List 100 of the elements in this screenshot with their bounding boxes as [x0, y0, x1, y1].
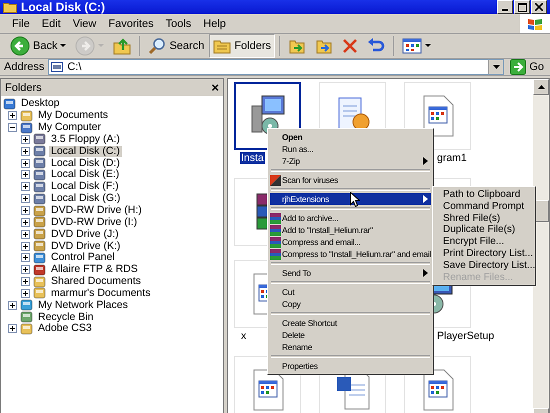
menu-item[interactable]: Encrypt File... — [433, 236, 535, 248]
tree-item[interactable]: Local Disk (E:) — [49, 169, 122, 180]
tree-item[interactable]: Recycle Bin — [36, 312, 96, 323]
folders-button[interactable]: Folders — [209, 34, 276, 58]
tree-item[interactable]: Local Disk (C:) — [49, 146, 122, 157]
caret-icon — [492, 65, 500, 69]
menu-item[interactable]: Print Directory List... — [433, 248, 535, 260]
up-arrow-icon — [538, 85, 544, 89]
tree-item[interactable]: marmur's Documents — [49, 288, 152, 299]
tree-item[interactable]: Adobe CS3 — [36, 323, 94, 334]
address-field[interactable]: C:\ — [48, 59, 504, 75]
expand-icon[interactable] — [21, 134, 30, 144]
expand-icon[interactable] — [21, 253, 30, 262]
minimize-button[interactable] — [497, 0, 513, 14]
menu-item[interactable]: Compress to "Install_Helium.rar" and email — [270, 248, 431, 260]
menu-item[interactable]: File — [6, 18, 36, 30]
collapse-icon[interactable] — [8, 123, 17, 132]
menu-item[interactable]: Create Shortcut — [270, 317, 431, 329]
views-icon — [402, 38, 422, 54]
tree-item[interactable]: Control Panel — [49, 252, 117, 264]
menu-item[interactable]: Properties — [270, 360, 431, 372]
caret-icon — [60, 44, 66, 48]
search-icon — [148, 37, 166, 55]
file-name[interactable]: Insta — [240, 152, 265, 164]
expand-icon[interactable] — [8, 300, 17, 310]
menu-item[interactable]: Tools — [160, 18, 198, 30]
menu-item[interactable]: Duplicate File(s) — [433, 224, 535, 236]
menu-item[interactable]: Compress and email... — [270, 236, 431, 248]
menu-item[interactable]: View — [66, 18, 102, 30]
right-arrow-icon — [510, 59, 526, 75]
dropdown-button[interactable] — [488, 60, 504, 74]
folders-icon — [213, 38, 232, 54]
menu-item[interactable]: Send To — [270, 267, 431, 279]
file-name[interactable]: x — [240, 330, 248, 342]
caret-icon — [425, 44, 432, 48]
menu-item[interactable]: Scan for viruses — [270, 174, 431, 186]
menu-item[interactable]: Rename — [270, 341, 431, 353]
menu-item[interactable]: Favorites — [102, 18, 160, 30]
menu-item[interactable]: 7-Zip — [270, 155, 431, 167]
go-button[interactable]: Go — [508, 59, 546, 75]
menu-item[interactable]: Path to Clipboard — [433, 189, 535, 201]
expand-icon[interactable] — [8, 111, 17, 120]
tree-item[interactable]: DVD Drive (K:) — [49, 240, 122, 252]
expand-icon[interactable] — [21, 265, 30, 274]
scrollbar[interactable] — [533, 79, 549, 413]
undo-icon — [367, 38, 386, 54]
menu-item[interactable]: Save Directory List... — [433, 260, 535, 272]
books-icon — [270, 248, 281, 260]
tree-item[interactable]: DVD-RW Drive (I:) — [49, 216, 140, 228]
close-button[interactable]: × — [211, 81, 219, 94]
menu-item[interactable]: Open — [270, 131, 431, 143]
tree-item[interactable]: Shared Documents — [49, 276, 143, 288]
menu-item[interactable]: Run as... — [270, 143, 431, 155]
maximize-icon — [518, 2, 526, 12]
menu-item[interactable]: rjhExtensions — [270, 193, 431, 205]
back-button[interactable]: Back — [6, 34, 70, 58]
expand-icon[interactable] — [21, 158, 30, 168]
expand-icon[interactable] — [21, 182, 30, 192]
expand-icon[interactable] — [21, 288, 30, 298]
expand-icon[interactable] — [21, 230, 30, 239]
computer-icon — [20, 122, 33, 134]
menu-item[interactable]: Cut — [270, 286, 431, 298]
window-title: Local Disk (C:) — [21, 0, 106, 14]
expand-icon[interactable] — [21, 206, 30, 216]
submenu-arrow-icon — [423, 157, 428, 165]
tree-item[interactable]: Desktop — [19, 98, 62, 110]
expand-icon[interactable] — [21, 146, 30, 156]
x-icon — [342, 38, 358, 54]
tree-item[interactable]: My Network Places — [36, 300, 130, 311]
menu-item[interactable]: Edit — [36, 18, 67, 30]
menu-item[interactable]: Delete — [270, 329, 431, 341]
tree-item[interactable]: My Documents — [36, 110, 110, 122]
expand-icon[interactable] — [21, 218, 30, 227]
menu-item[interactable]: Command Prompt — [433, 200, 535, 213]
expand-icon[interactable] — [21, 194, 30, 204]
menu-item[interactable]: Copy — [270, 298, 431, 310]
close-button[interactable] — [531, 0, 547, 14]
file-name[interactable]: PlayerSetup — [436, 330, 496, 342]
tree-item[interactable]: Local Disk (G:) — [49, 193, 122, 204]
tree-item[interactable]: DVD Drive (J:) — [49, 228, 121, 240]
menu-item[interactable]: Add to archive... — [270, 212, 431, 224]
menu-item[interactable]: Help — [197, 18, 232, 30]
expand-icon[interactable] — [21, 242, 30, 251]
tree-item[interactable]: DVD-RW Drive (H:) — [49, 205, 144, 216]
expand-icon[interactable] — [21, 277, 30, 286]
expand-icon[interactable] — [8, 324, 17, 334]
search-button[interactable]: Search — [144, 34, 208, 58]
tree-item[interactable]: 3.5 Floppy (A:) — [49, 134, 122, 145]
tree-item[interactable]: My Computer — [36, 122, 104, 134]
tree-item[interactable]: Local Disk (F:) — [49, 181, 121, 192]
menu-item[interactable]: Shred File(s) — [433, 212, 535, 224]
expand-icon[interactable] — [21, 170, 30, 180]
maximize-button[interactable] — [514, 0, 530, 14]
file-name[interactable]: gram1 — [436, 152, 468, 164]
tree-item[interactable]: Allaire FTP & RDS — [49, 264, 140, 276]
pane-title: Folders — [5, 82, 42, 94]
menu-item[interactable]: Add to "Install_Helium.rar" — [270, 224, 431, 236]
submenu-arrow-icon — [423, 195, 428, 203]
tree-item[interactable]: Local Disk (D:) — [49, 158, 122, 169]
folder-icon — [3, 1, 17, 13]
